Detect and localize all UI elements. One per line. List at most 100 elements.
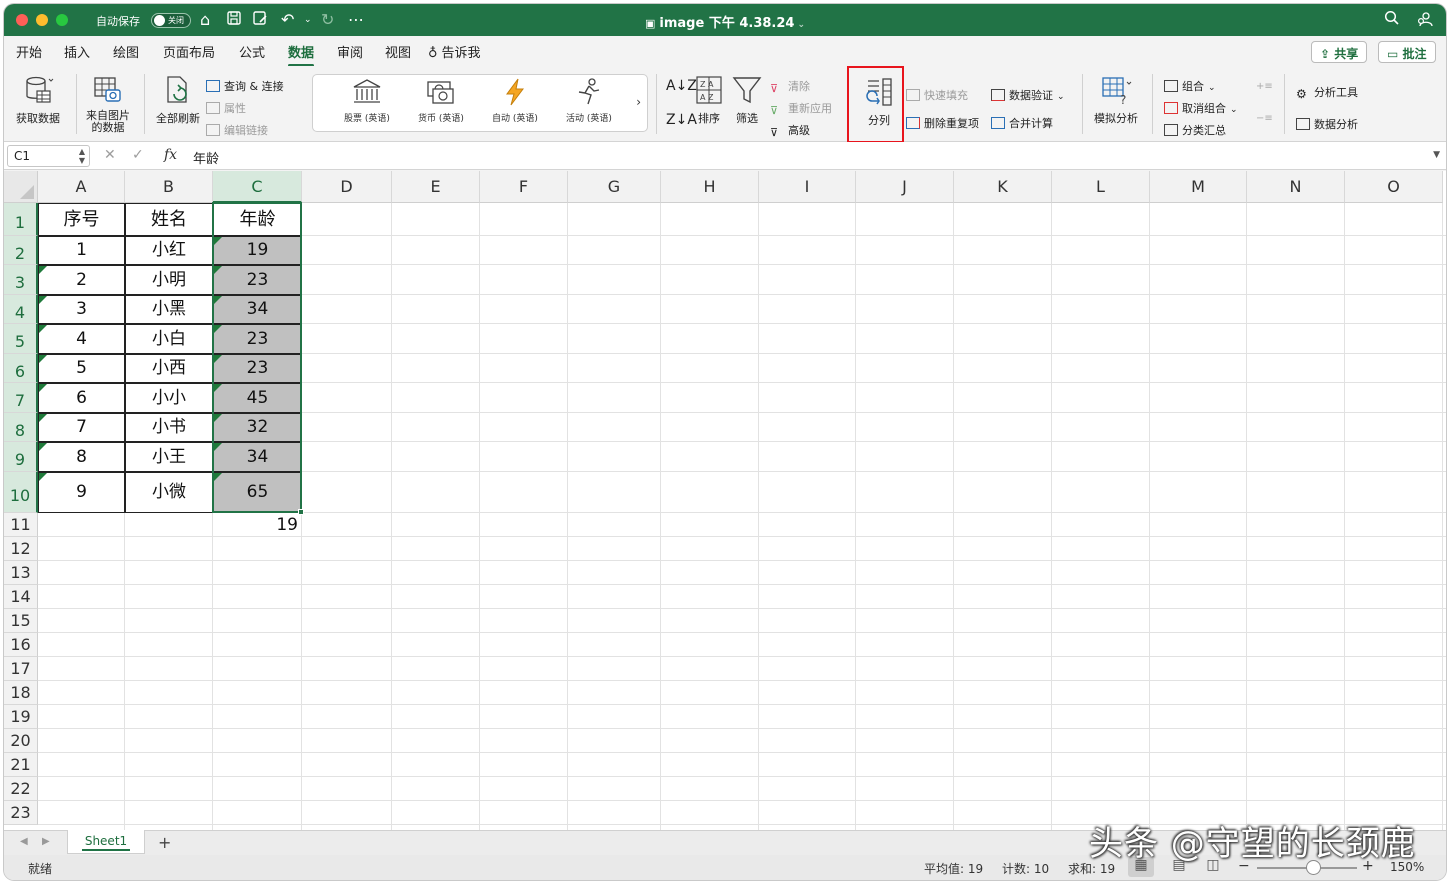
row-header-4[interactable]: 4 xyxy=(4,295,38,324)
account-icon[interactable] xyxy=(1416,10,1434,32)
data-cell[interactable]: 4 xyxy=(38,324,125,354)
row-header-7[interactable]: 7 xyxy=(4,383,38,413)
row-header-17[interactable]: 17 xyxy=(4,657,38,681)
column-header-o[interactable]: O xyxy=(1345,171,1443,203)
tab-data[interactable]: 数据 xyxy=(288,42,315,67)
data-cell[interactable]: 小王 xyxy=(125,442,213,472)
column-header-k[interactable]: K xyxy=(954,171,1052,203)
column-header-d[interactable]: D xyxy=(302,171,392,203)
row-header-14[interactable]: 14 xyxy=(4,585,38,609)
tab-home[interactable]: 开始 xyxy=(16,42,42,61)
clear-filter-button[interactable]: ⊽ 清除 xyxy=(770,78,810,95)
tab-draw[interactable]: 绘图 xyxy=(113,42,139,61)
column-header-m[interactable]: M xyxy=(1150,171,1247,203)
header-cell[interactable]: 序号 xyxy=(38,203,125,236)
row-header-8[interactable]: 8 xyxy=(4,413,38,442)
column-header-c[interactable]: C xyxy=(213,171,302,203)
row-header-6[interactable]: 6 xyxy=(4,354,38,383)
row-header-9[interactable]: 9 xyxy=(4,442,38,472)
data-type-activity[interactable]: 活动 (英语) xyxy=(553,77,625,124)
column-header-j[interactable]: J xyxy=(856,171,954,203)
data-cell[interactable]: 6 xyxy=(38,383,125,413)
ungroup-button[interactable]: 取消组合 ⌄ xyxy=(1164,100,1238,116)
tab-insert[interactable]: 插入 xyxy=(64,42,90,61)
row-header-10[interactable]: 10 xyxy=(4,472,38,513)
data-cell[interactable]: 小明 xyxy=(125,265,213,295)
remove-duplicates-button[interactable]: 删除重复项 xyxy=(906,115,979,131)
show-detail-icon[interactable]: +≡ xyxy=(1256,81,1273,92)
data-cell[interactable]: 小白 xyxy=(125,324,213,354)
hide-detail-icon[interactable]: −≡ xyxy=(1256,113,1273,124)
data-cell[interactable]: 小红 xyxy=(125,236,213,265)
data-cell[interactable]: 5 xyxy=(38,354,125,383)
data-cell[interactable]: 小黑 xyxy=(125,295,213,324)
row-header-19[interactable]: 19 xyxy=(4,705,38,729)
expand-formula-icon[interactable]: ▼ xyxy=(1433,150,1440,160)
column-header-f[interactable]: F xyxy=(480,171,568,203)
properties-button[interactable]: 属性 xyxy=(206,100,246,116)
tab-view[interactable]: 视图 xyxy=(385,42,411,61)
next-sheet-icon[interactable]: ▶ xyxy=(42,836,50,847)
comments-button[interactable]: ▭ 批注 xyxy=(1378,41,1436,63)
fill-handle[interactable] xyxy=(298,509,304,515)
cell-c11[interactable]: 19 xyxy=(213,513,298,537)
data-analysis-button[interactable]: 数据分析 xyxy=(1296,116,1358,132)
column-header-a[interactable]: A xyxy=(38,171,125,203)
column-header-e[interactable]: E xyxy=(392,171,480,203)
what-if-analysis-button[interactable]: ? 模拟分析 xyxy=(1088,74,1144,126)
search-icon[interactable] xyxy=(1384,10,1400,30)
column-header-b[interactable]: B xyxy=(125,171,213,203)
formula-input[interactable]: 年龄 xyxy=(193,148,219,167)
select-all-button[interactable] xyxy=(4,171,38,203)
group-button[interactable]: 组合 ⌄ xyxy=(1164,78,1216,94)
cancel-formula-icon[interactable]: ✕ xyxy=(104,147,116,163)
title-chevron-icon[interactable]: ⌄ xyxy=(797,20,805,30)
consolidate-button[interactable]: 合并计算 xyxy=(991,115,1053,131)
data-cell[interactable]: 8 xyxy=(38,442,125,472)
edit-links-button[interactable]: 编辑链接 xyxy=(206,122,268,138)
sheet-tab-sheet1[interactable]: Sheet1 xyxy=(67,830,145,854)
tab-formulas[interactable]: 公式 xyxy=(239,42,265,61)
confirm-formula-icon[interactable]: ✓ xyxy=(132,147,144,163)
reapply-button[interactable]: ⊽ 重新应用 xyxy=(770,100,832,117)
tell-me[interactable]: ♁ 告诉我 xyxy=(428,42,481,61)
column-header-h[interactable]: H xyxy=(661,171,759,203)
analysis-tools-button[interactable]: ⚙ 分析工具 xyxy=(1296,84,1358,101)
data-cell[interactable]: 小西 xyxy=(125,354,213,383)
column-header-g[interactable]: G xyxy=(568,171,661,203)
advanced-filter-button[interactable]: ⊽ 高级 xyxy=(770,122,810,139)
tab-review[interactable]: 审阅 xyxy=(337,42,363,61)
get-data-button[interactable]: 获取数据 xyxy=(10,74,66,126)
data-from-picture-button[interactable]: 来自图片 的数据 xyxy=(80,74,136,134)
data-type-stocks[interactable]: 股票 (英语) xyxy=(331,77,403,124)
data-cell[interactable]: 1 xyxy=(38,236,125,265)
add-sheet-button[interactable]: + xyxy=(158,833,171,852)
share-button[interactable]: ⇪ 共享 xyxy=(1311,41,1368,63)
data-cell[interactable]: 2 xyxy=(38,265,125,295)
row-header-12[interactable]: 12 xyxy=(4,537,38,561)
row-header-5[interactable]: 5 xyxy=(4,324,38,354)
data-cell[interactable]: 7 xyxy=(38,413,125,442)
previous-sheet-icon[interactable]: ◀ xyxy=(20,836,28,847)
row-header-21[interactable]: 21 xyxy=(4,753,38,777)
row-header-22[interactable]: 22 xyxy=(4,777,38,801)
sort-button[interactable]: Z A A Z 排序 xyxy=(692,74,726,126)
row-header-23[interactable]: 23 xyxy=(4,801,38,825)
data-cell[interactable]: 3 xyxy=(38,295,125,324)
data-type-currency[interactable]: 货币 (英语) xyxy=(405,77,477,124)
row-header-16[interactable]: 16 xyxy=(4,633,38,657)
row-header-1[interactable]: 1 xyxy=(4,203,38,236)
column-header-n[interactable]: N xyxy=(1247,171,1345,203)
row-header-20[interactable]: 20 xyxy=(4,729,38,753)
data-cell[interactable]: 9 xyxy=(38,472,125,513)
row-header-18[interactable]: 18 xyxy=(4,681,38,705)
name-box-spinner-icon[interactable]: ▲ ▼ xyxy=(79,147,85,165)
row-header-15[interactable]: 15 xyxy=(4,609,38,633)
insert-function-button[interactable]: fx xyxy=(164,147,177,163)
column-header-l[interactable]: L xyxy=(1052,171,1150,203)
row-header-3[interactable]: 3 xyxy=(4,265,38,295)
row-header-11[interactable]: 11 xyxy=(4,513,38,537)
row-header-2[interactable]: 2 xyxy=(4,236,38,265)
header-cell[interactable]: 姓名 xyxy=(125,203,213,236)
tab-page-layout[interactable]: 页面布局 xyxy=(163,42,215,61)
